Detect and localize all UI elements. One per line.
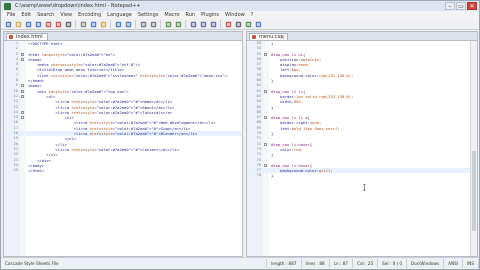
toolbar-separator [185, 20, 186, 28]
save-icon[interactable] [24, 20, 32, 28]
menu-view[interactable]: View [60, 12, 72, 18]
fold-toggle-icon[interactable] [21, 52, 24, 56]
code-line[interactable]: 78} [247, 173, 477, 178]
status-language: Cascade Style Sheets File [1, 259, 268, 268]
save-all-icon[interactable] [34, 20, 42, 28]
editor-pane-right[interactable]: menu.css × 53} 54 55 #top_nav li ul{56 posi… [246, 31, 478, 257]
status-length: length : 887 [267, 259, 302, 268]
sync-scroll-icon[interactable] [189, 20, 197, 28]
menu-file[interactable]: File [7, 12, 15, 18]
close-button[interactable]: ✕ [467, 2, 477, 10]
vertical-scrollbar[interactable] [470, 41, 477, 256]
fold-toggle-icon[interactable] [21, 84, 24, 88]
fold-toggle-icon[interactable] [21, 57, 24, 61]
tab-bar-right: menu.css × [247, 32, 477, 41]
status-insert-mode: INS [463, 259, 479, 268]
editor-pane-left[interactable]: index.html 1 <!DOCTYPE html> 2 3 <html lang=… [3, 31, 243, 257]
toolbar-separator [160, 20, 161, 28]
title-bar: C:\wamp\www\dropdown\index.html - Notepa… [1, 1, 479, 11]
scrollbar-thumb[interactable] [472, 151, 476, 231]
tab-label: index.html [16, 34, 43, 40]
toolbar-separator [220, 20, 221, 28]
code-line[interactable]: 25 </html> [4, 168, 242, 173]
window-controls: – ▭ ✕ [445, 2, 477, 10]
file-modified-icon [252, 35, 256, 39]
status-encoding: ANSI [444, 259, 463, 268]
tab-menu-css[interactable]: menu.css × [249, 33, 288, 41]
wrap-icon[interactable] [199, 20, 207, 28]
zoom-in-icon[interactable] [164, 20, 172, 28]
status-selection: Sel : 0 | 0 [378, 259, 407, 268]
macro-play-icon[interactable] [244, 20, 252, 28]
fold-toggle-icon[interactable] [264, 116, 267, 120]
toolbar [1, 19, 479, 30]
fold-toggle-icon[interactable] [264, 142, 267, 146]
menu-settings[interactable]: Settings [138, 12, 159, 18]
line-number: 25 [13, 168, 18, 173]
maximize-button[interactable]: ▭ [456, 2, 466, 10]
close-icon[interactable] [44, 20, 52, 28]
file-modified-icon [9, 35, 13, 39]
macro-stop-icon[interactable] [234, 20, 242, 28]
status-col: Col : 25 [353, 259, 379, 268]
window-title: C:\wamp\www\dropdown\index.html - Notepa… [15, 3, 141, 9]
find-icon[interactable] [139, 20, 147, 28]
toolbar-separator [135, 20, 136, 28]
fold-toggle-icon[interactable] [21, 94, 24, 98]
fold-toggle-icon[interactable] [21, 89, 24, 93]
menu-edit[interactable]: Edit [21, 12, 31, 18]
open-file-icon[interactable] [14, 20, 22, 28]
menu-language[interactable]: Language [107, 12, 132, 18]
tab-bar-left: index.html [4, 32, 242, 41]
cut-icon[interactable] [79, 20, 87, 28]
close-all-icon[interactable] [54, 20, 62, 28]
toolbar-separator [110, 20, 111, 28]
copy-icon[interactable] [89, 20, 97, 28]
print-icon[interactable] [64, 20, 72, 28]
minimize-button[interactable]: – [445, 2, 455, 10]
toolbar-separator [75, 20, 76, 28]
code-lines: 53} 54 55 #top_nav li ul{56 position:absolu… [247, 41, 477, 179]
menu-plugins[interactable]: Plugins [201, 12, 219, 18]
fold-toggle-icon[interactable] [21, 110, 24, 114]
macro-record-icon[interactable] [224, 20, 232, 28]
menu-help[interactable]: ? [251, 12, 254, 18]
replace-icon[interactable] [149, 20, 157, 28]
menu-bar: File Edit Search View Encoding Language Settin… [1, 11, 479, 19]
app-icon [4, 2, 11, 10]
line-number: 78 [256, 173, 261, 178]
menu-search[interactable]: Search [37, 12, 54, 18]
new-file-icon[interactable] [4, 20, 12, 28]
menu-window[interactable]: Window [225, 12, 245, 18]
status-bar: Cascade Style Sheets File length : 887 l… [1, 257, 479, 269]
code-editor-left[interactable]: 1 <!DOCTYPE html> 2 3 <html lang=style="colo… [4, 41, 242, 256]
zoom-out-icon[interactable] [174, 20, 182, 28]
macro-save-icon[interactable] [254, 20, 262, 28]
code-lines: 1 <!DOCTYPE html> 2 3 <html lang=style="colo… [4, 41, 242, 173]
code-editor-right[interactable]: 53} 54 55 #top_nav li ul{56 position:absolu… [247, 41, 477, 256]
code-text: } [271, 173, 274, 179]
paste-icon[interactable] [99, 20, 107, 28]
text-cursor-icon [363, 184, 366, 191]
status-eol: Dos\Windows [407, 259, 445, 268]
undo-icon[interactable] [114, 20, 122, 28]
redo-icon[interactable] [124, 20, 132, 28]
status-line-pos: Ln : 87 [330, 259, 354, 268]
tab-index-html[interactable]: index.html [6, 33, 48, 40]
status-lines: lines : 88 [302, 259, 330, 268]
notepadpp-window: C:\wamp\www\dropdown\index.html - Notepa… [0, 0, 480, 270]
menu-run[interactable]: Run [186, 12, 196, 18]
indent-guide-icon[interactable] [209, 20, 217, 28]
menu-encoding[interactable]: Encoding [78, 12, 101, 18]
fold-toggle-icon[interactable] [264, 89, 267, 93]
fold-toggle-icon[interactable] [264, 163, 267, 167]
fold-toggle-icon[interactable] [21, 116, 24, 120]
menu-macro[interactable]: Macro [164, 12, 179, 18]
code-text: </html> [28, 168, 45, 174]
fold-toggle-icon[interactable] [264, 52, 267, 56]
